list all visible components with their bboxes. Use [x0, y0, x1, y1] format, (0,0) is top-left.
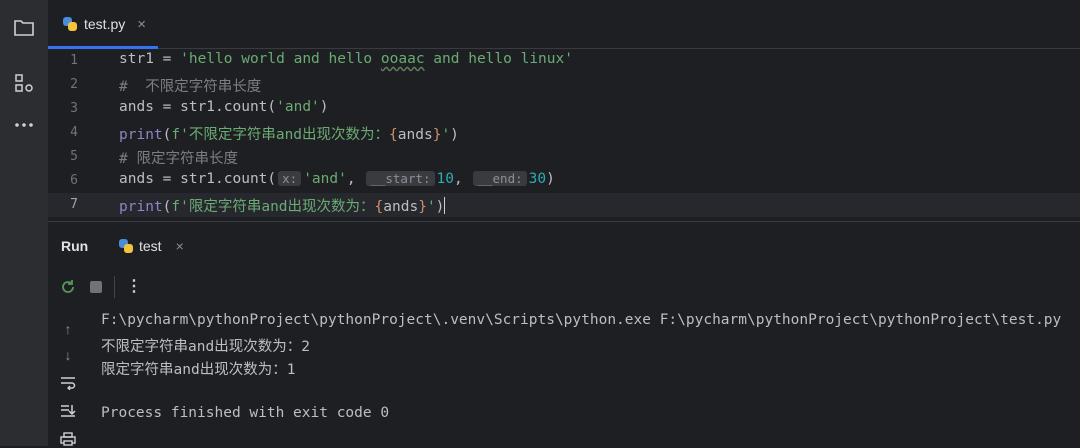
line-number: 2	[70, 77, 78, 92]
run-tab-close-icon[interactable]: ×	[176, 238, 184, 254]
structure-icon[interactable]	[11, 70, 37, 96]
tool-window-strip	[0, 0, 49, 446]
tab-close-icon[interactable]: ×	[137, 16, 146, 33]
line-number: 5	[70, 149, 78, 164]
scroll-down-icon[interactable]: ↓	[59, 346, 77, 364]
more-options-icon[interactable]: ⋮	[126, 276, 142, 296]
tab-test-py[interactable]: test.py ×	[48, 0, 158, 49]
run-tab-label: test	[139, 238, 162, 254]
print-icon[interactable]	[59, 430, 77, 448]
inlay-hint: x:	[278, 171, 302, 186]
run-tool-window: Run test × ⋮ ↑ ↓ F:\pycharm\pythonProjec…	[48, 221, 1080, 446]
code-text: print(f'限定字符串and出现次数为：{ands}')	[119, 197, 446, 215]
console-line: 限定字符串and出现次数为：1	[101, 362, 296, 378]
project-folder-icon[interactable]	[11, 14, 37, 40]
console-line: Process finished with exit code 0	[101, 405, 390, 421]
more-tools-icon[interactable]	[11, 112, 37, 138]
stop-icon[interactable]	[90, 281, 102, 293]
code-line-current: 7 print(f'限定字符串and出现次数为：{ands}')	[48, 193, 1080, 217]
code-line: 1 str1 = 'hello world and hello ooaac an…	[48, 49, 1080, 73]
rerun-icon[interactable]	[59, 278, 77, 301]
inlay-hint: __end:	[473, 171, 527, 186]
code-text: str1 = 'hello world and hello ooaac and …	[119, 51, 573, 67]
console-output[interactable]: F:\pycharm\pythonProject\pythonProject\.…	[101, 310, 1080, 446]
line-number: 7	[70, 197, 78, 212]
code-line: 5 # 限定字符串长度	[48, 145, 1080, 169]
run-tab-test[interactable]: test ×	[118, 234, 184, 258]
run-header: Run test ×	[48, 222, 1080, 268]
code-line: 4 print(f'不限定字符串and出现次数为：{ands}')	[48, 121, 1080, 145]
code-text: ands = str1.count(x:'and', __start: 10, _…	[119, 171, 555, 187]
inlay-hint: __start:	[366, 171, 435, 186]
line-number: 4	[70, 125, 78, 140]
console-side-toolbar: ↑ ↓	[48, 310, 88, 446]
line-number: 6	[70, 173, 78, 188]
editor-tab-bar: test.py ×	[48, 0, 1080, 49]
code-line: 2 # 不限定字符串长度	[48, 73, 1080, 97]
console-line: F:\pycharm\pythonProject\pythonProject\.…	[101, 312, 1062, 328]
code-line: 6 ands = str1.count(x:'and', __start: 10,…	[48, 169, 1080, 193]
run-title: Run	[61, 238, 89, 254]
text-caret	[444, 197, 446, 214]
line-number: 3	[70, 101, 78, 116]
code-line: 3 ands = str1.count('and')	[48, 97, 1080, 121]
python-run-config-icon	[118, 238, 134, 254]
code-text: ands = str1.count('and')	[119, 99, 329, 115]
console-line: 不限定字符串and出现次数为：2	[101, 339, 310, 355]
code-comment: # 不限定字符串长度	[119, 79, 262, 95]
soft-wrap-icon[interactable]	[59, 374, 77, 392]
code-text: print(f'不限定字符串and出现次数为：{ands}')	[119, 127, 459, 143]
scroll-to-end-icon[interactable]	[59, 402, 77, 420]
code-comment: # 限定字符串长度	[119, 151, 238, 167]
scroll-up-icon[interactable]: ↑	[59, 320, 77, 338]
python-file-icon	[62, 16, 78, 32]
line-number: 1	[70, 53, 78, 68]
tab-filename: test.py	[84, 16, 126, 32]
toolbar-divider	[114, 276, 115, 298]
code-editor[interactable]: 1 str1 = 'hello world and hello ooaac an…	[48, 49, 1080, 219]
run-toolbar: ⋮	[48, 270, 1080, 306]
